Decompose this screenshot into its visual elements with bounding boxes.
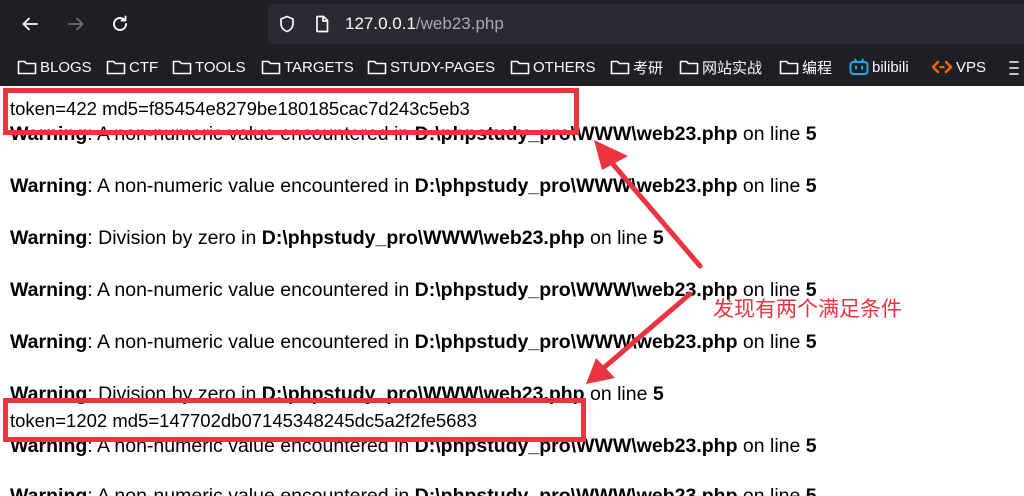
bookmark-label: CTF (129, 58, 159, 76)
bookmark-label: bilibili (872, 58, 909, 76)
address-bar[interactable]: 127.0.0.1/web23.php (268, 4, 1024, 44)
reload-button[interactable] (106, 10, 134, 38)
reload-icon (113, 15, 127, 31)
bookmarks-bar: BLOGS CTF TOOLS TARGETS STUDY-PAGES OTHE… (0, 48, 1024, 86)
url-path: /web23.php (415, 14, 504, 33)
bookmark-bilibili[interactable]: bilibili (849, 48, 909, 86)
bookmark-ctf[interactable]: CTF (106, 48, 158, 86)
bookmark-label: STUDY-PAGES (390, 58, 496, 76)
annotation-text: 发现有两个满足条件 (713, 298, 902, 321)
bookmarks-overflow-icon[interactable] (1008, 58, 1020, 78)
bookmark-label: 编程 (802, 59, 833, 77)
forward-arrow-icon (68, 17, 84, 31)
url-text[interactable]: 127.0.0.1/web23.php (345, 14, 504, 34)
bookmark-label: VPS (956, 58, 987, 76)
bookmark-others[interactable]: OTHERS (510, 48, 596, 86)
folder-icon (172, 60, 192, 75)
folder-icon (510, 60, 530, 75)
shield-icon[interactable] (277, 14, 297, 34)
back-button[interactable] (16, 10, 44, 38)
page-content: Warning: A non-numeric value encountered… (0, 86, 1024, 496)
bookmark-website-practice[interactable]: 网站实战 (679, 48, 762, 86)
arrow-to-token-1 (603, 153, 703, 269)
arrow-to-token-2 (597, 291, 693, 374)
bookmark-label: 考研 (633, 59, 664, 77)
bookmark-tools[interactable]: TOOLS (172, 48, 246, 86)
url-host: 127.0.0.1 (345, 14, 416, 33)
folder-icon (367, 60, 387, 75)
bookmark-label: TARGETS (284, 58, 354, 76)
annotation-arrows (586, 140, 703, 384)
bookmark-kaoyan[interactable]: 考研 (610, 48, 663, 86)
bookmark-label: TOOLS (195, 58, 246, 76)
bilibili-icon (849, 58, 869, 75)
folder-icon (779, 60, 799, 75)
vps-icon (931, 60, 953, 74)
bookmark-programming[interactable]: 编程 (779, 48, 832, 86)
folder-icon (610, 60, 630, 75)
back-arrow-icon (22, 17, 38, 31)
forward-button[interactable] (62, 10, 90, 38)
bookmark-vps[interactable]: VPS (931, 48, 986, 86)
folder-icon (106, 60, 126, 75)
bookmark-targets[interactable]: TARGETS (261, 48, 354, 86)
bookmark-label: OTHERS (533, 58, 596, 76)
folder-icon (261, 60, 281, 75)
bookmark-label: 网站实战 (702, 59, 763, 77)
folder-icon (17, 60, 37, 75)
bookmark-study-pages[interactable]: STUDY-PAGES (367, 48, 495, 86)
browser-toolbar: 127.0.0.1/web23.php (0, 0, 1024, 48)
bookmark-label: BLOGS (40, 58, 92, 76)
folder-icon (679, 60, 699, 75)
bookmark-blogs[interactable]: BLOGS (17, 48, 92, 86)
page-icon[interactable] (313, 14, 331, 34)
